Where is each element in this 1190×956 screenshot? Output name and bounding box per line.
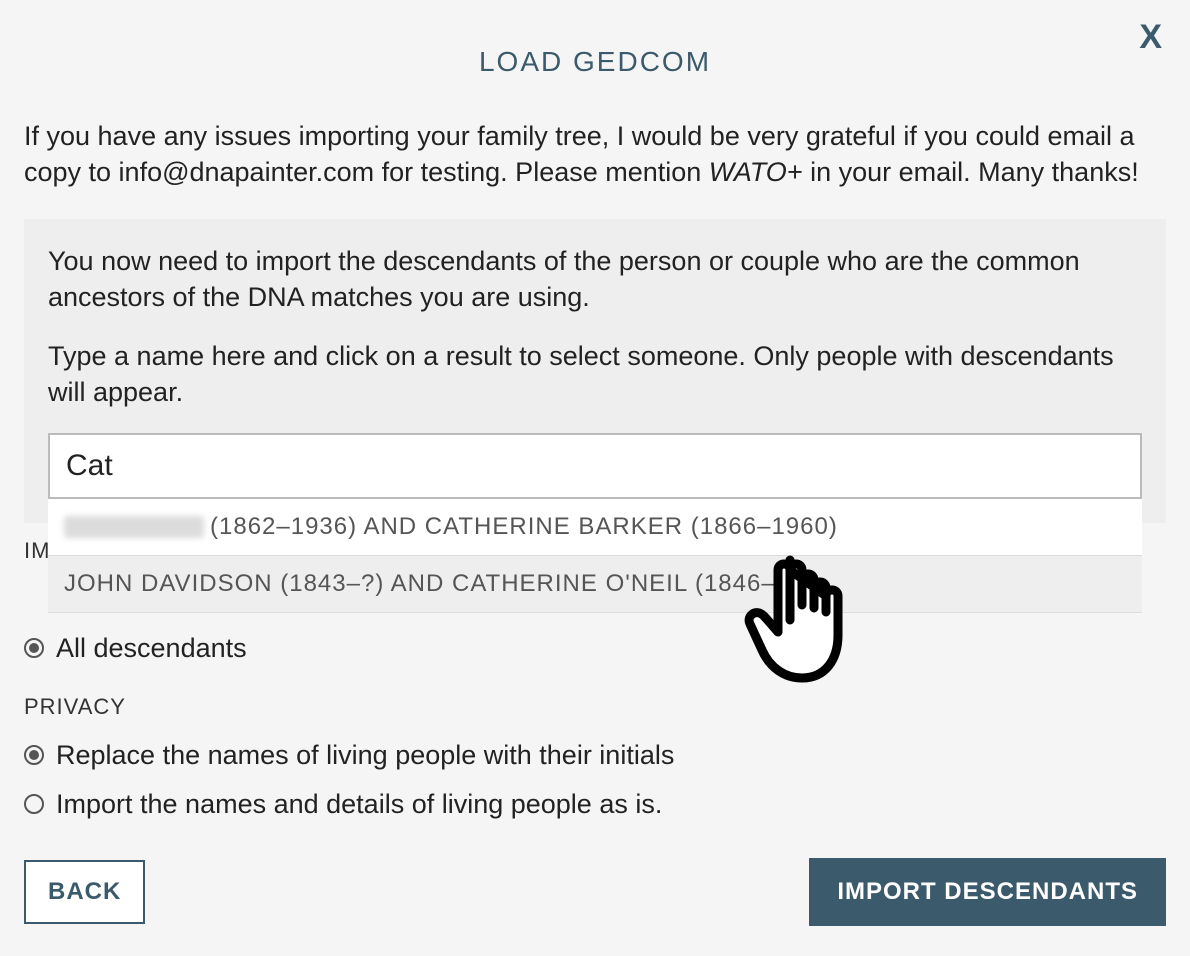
search-input[interactable] bbox=[48, 433, 1142, 499]
dropdown-item-2[interactable]: JOHN DAVIDSON (1843–?) AND CATHERINE O'N… bbox=[48, 556, 1142, 613]
instruction-1: You now need to import the descendants o… bbox=[48, 243, 1142, 316]
radio-label: All descendants bbox=[56, 633, 247, 664]
dropdown-item-1-text: (1862–1936) AND CATHERINE BARKER (1866–1… bbox=[210, 513, 838, 541]
instruction-2: Type a name here and click on a result t… bbox=[48, 338, 1142, 411]
close-button[interactable]: X bbox=[1139, 18, 1162, 57]
modal-title: LOAD GEDCOM bbox=[24, 46, 1166, 78]
search-dropdown: (1862–1936) AND CATHERINE BARKER (1866–1… bbox=[48, 499, 1142, 613]
intro-after: in your email. Many thanks! bbox=[803, 157, 1139, 187]
back-button[interactable]: BACK bbox=[24, 860, 145, 924]
load-gedcom-modal: X LOAD GEDCOM If you have any issues imp… bbox=[0, 0, 1190, 950]
options-block: All descendants PRIVACY Replace the name… bbox=[24, 633, 1166, 926]
search-panel: You now need to import the descendants o… bbox=[24, 219, 1166, 523]
radio-label: Import the names and details of living p… bbox=[56, 789, 662, 820]
pointer-cursor-icon bbox=[740, 550, 860, 695]
radio-replace-initials[interactable]: Replace the names of living people with … bbox=[24, 740, 1166, 771]
button-row: BACK IMPORT DESCENDANTS bbox=[24, 858, 1166, 926]
import-section-label-partial: IM bbox=[24, 538, 50, 564]
intro-em: WATO+ bbox=[709, 157, 803, 187]
radio-icon bbox=[24, 745, 44, 765]
radio-all-descendants[interactable]: All descendants bbox=[24, 633, 1166, 664]
intro-text: If you have any issues importing your fa… bbox=[24, 118, 1166, 191]
import-descendants-button[interactable]: IMPORT DESCENDANTS bbox=[809, 858, 1166, 926]
redacted-name bbox=[64, 516, 204, 538]
dropdown-item-2-text: JOHN DAVIDSON (1843–?) AND CATHERINE O'N… bbox=[64, 570, 799, 598]
radio-icon bbox=[24, 638, 44, 658]
radio-label: Replace the names of living people with … bbox=[56, 740, 674, 771]
radio-import-as-is[interactable]: Import the names and details of living p… bbox=[24, 789, 1166, 820]
radio-icon bbox=[24, 794, 44, 814]
privacy-section-label: PRIVACY bbox=[24, 694, 1166, 720]
dropdown-item-1[interactable]: (1862–1936) AND CATHERINE BARKER (1866–1… bbox=[48, 499, 1142, 556]
search-input-wrapper: (1862–1936) AND CATHERINE BARKER (1866–1… bbox=[48, 433, 1142, 499]
